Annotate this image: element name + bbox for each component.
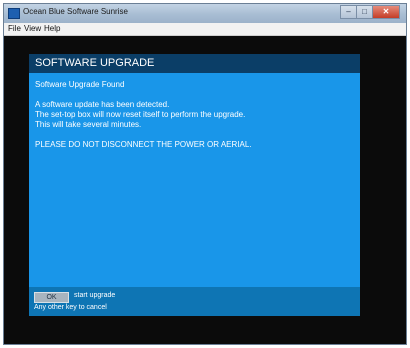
dialog-header: SOFTWARE UPGRADE <box>29 54 360 73</box>
warning-text: PLEASE DO NOT DISCONNECT THE POWER OR AE… <box>35 140 252 149</box>
message-line: A software update has been detected. <box>35 100 170 109</box>
message-line: The set-top box will now reset itself to… <box>35 110 246 119</box>
start-upgrade-label: start upgrade <box>74 292 116 299</box>
video-area: SOFTWARE UPGRADE Software Upgrade Found … <box>4 36 406 344</box>
app-window: Ocean Blue Software Sunrise – □ ✕ File V… <box>4 4 406 344</box>
maximize-icon[interactable]: □ <box>356 5 373 19</box>
app-icon <box>8 8 20 19</box>
menu-bar: File View Help <box>4 23 406 36</box>
ok-button[interactable]: OK <box>34 292 69 303</box>
menu-file[interactable]: File <box>8 24 21 33</box>
window-controls: – □ ✕ <box>340 5 400 19</box>
dialog-footer: OK start upgrade Any other key to cancel <box>29 287 360 316</box>
title-bar[interactable]: Ocean Blue Software Sunrise – □ ✕ <box>4 4 406 23</box>
dialog-title: SOFTWARE UPGRADE <box>35 57 155 69</box>
menu-help[interactable]: Help <box>44 24 60 33</box>
dialog-subtitle: Software Upgrade Found <box>35 80 125 89</box>
upgrade-dialog: SOFTWARE UPGRADE Software Upgrade Found … <box>29 54 360 316</box>
close-icon[interactable]: ✕ <box>372 5 400 19</box>
message-line: This will take several minutes. <box>35 120 142 129</box>
cancel-hint: Any other key to cancel <box>34 304 107 311</box>
menu-view[interactable]: View <box>24 24 41 33</box>
window-title: Ocean Blue Software Sunrise <box>23 7 128 16</box>
minimize-icon[interactable]: – <box>340 5 357 19</box>
